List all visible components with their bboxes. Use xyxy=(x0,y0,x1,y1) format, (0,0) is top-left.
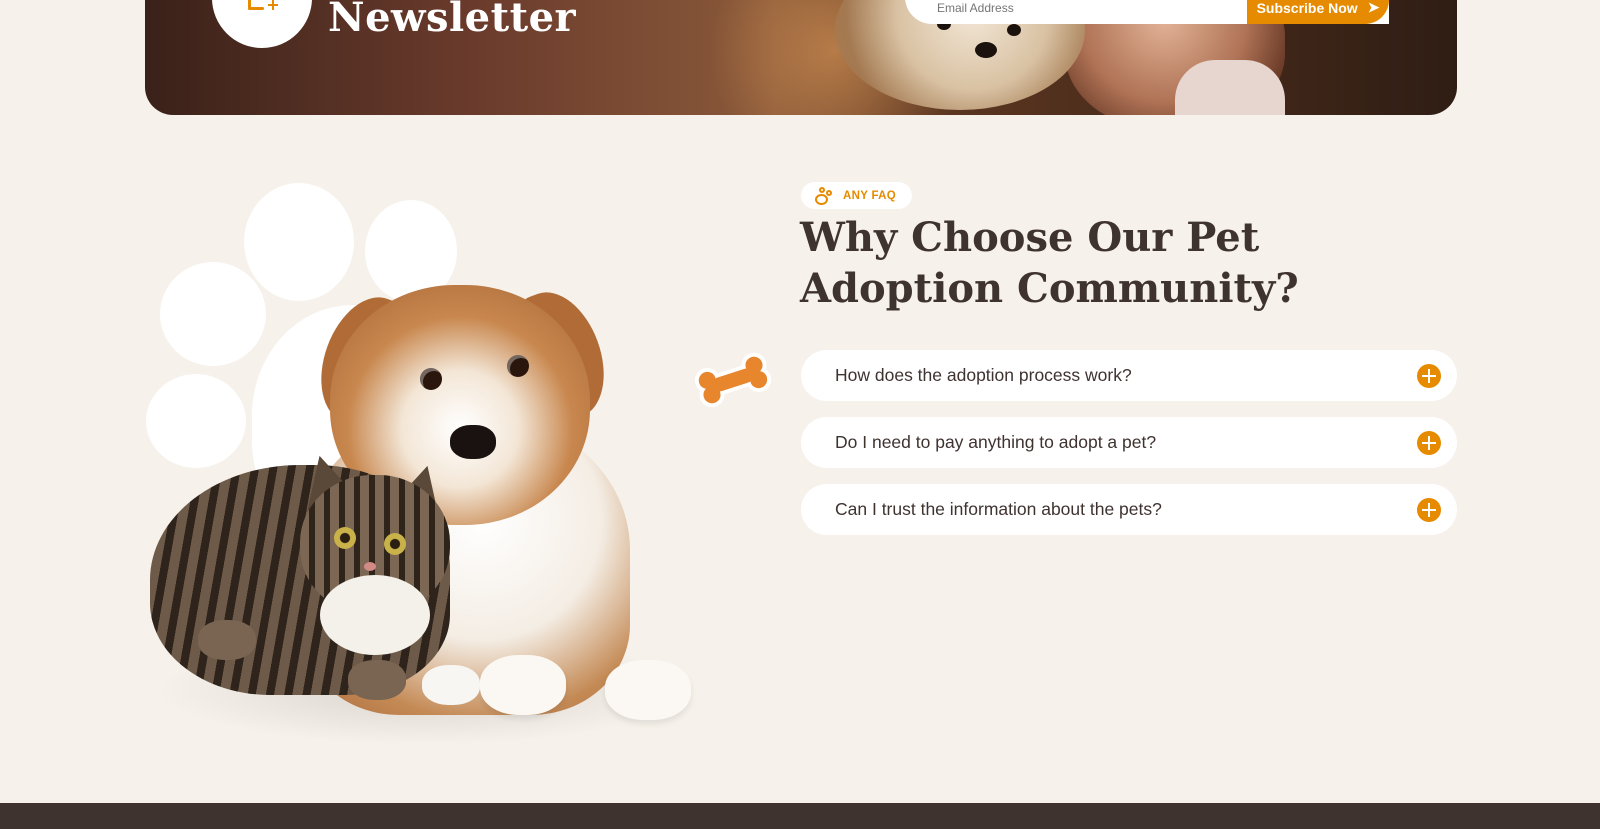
plus-icon[interactable] xyxy=(1417,497,1441,522)
cat-chest xyxy=(320,575,430,655)
plus-icon[interactable] xyxy=(1417,363,1441,388)
dog-paw xyxy=(480,655,566,715)
faq-item[interactable]: Do I need to pay anything to adopt a pet… xyxy=(801,417,1457,468)
newsletter-icon xyxy=(248,0,278,14)
send-icon: ➤ xyxy=(1367,0,1380,15)
faq-badge: ANY FAQ xyxy=(801,182,913,209)
banner-dog-eye xyxy=(1007,24,1021,36)
faq-heading: Why Choose Our Pet Adoption Community? xyxy=(800,214,1299,312)
footer xyxy=(0,803,1600,829)
dog-nose xyxy=(450,425,496,459)
newsletter-title: Newsletter xyxy=(328,0,577,41)
plus-icon[interactable] xyxy=(1417,430,1441,455)
subscribe-button-label: Subscribe Now xyxy=(1256,0,1358,16)
cat-eye xyxy=(384,533,406,555)
faq-item[interactable]: Can I trust the information about the pe… xyxy=(801,484,1457,535)
pets-image xyxy=(150,265,710,745)
faq-question: Do I need to pay anything to adopt a pet… xyxy=(835,432,1157,452)
cat-paw xyxy=(422,665,480,705)
dog-paw xyxy=(605,660,691,720)
cat-eye xyxy=(334,527,356,549)
dog-eye xyxy=(420,368,442,390)
dog-eye xyxy=(507,355,529,377)
cat-paw xyxy=(198,620,256,660)
faq-badge-label: ANY FAQ xyxy=(843,189,897,202)
faq-question: Can I trust the information about the pe… xyxy=(835,499,1162,519)
banner-person-sweater xyxy=(1175,60,1285,115)
cat-paw xyxy=(348,660,406,700)
faq-question: How does the adoption process work? xyxy=(835,365,1132,385)
subscribe-button[interactable]: Subscribe Now ➤ xyxy=(1247,0,1389,24)
paw-icon xyxy=(815,186,835,205)
faq-item[interactable]: How does the adoption process work? xyxy=(801,350,1457,401)
email-input[interactable] xyxy=(905,0,1247,24)
newsletter-form: Subscribe Now ➤ xyxy=(905,0,1389,24)
banner-dog-nose xyxy=(975,42,997,58)
cat-nose xyxy=(364,562,376,571)
